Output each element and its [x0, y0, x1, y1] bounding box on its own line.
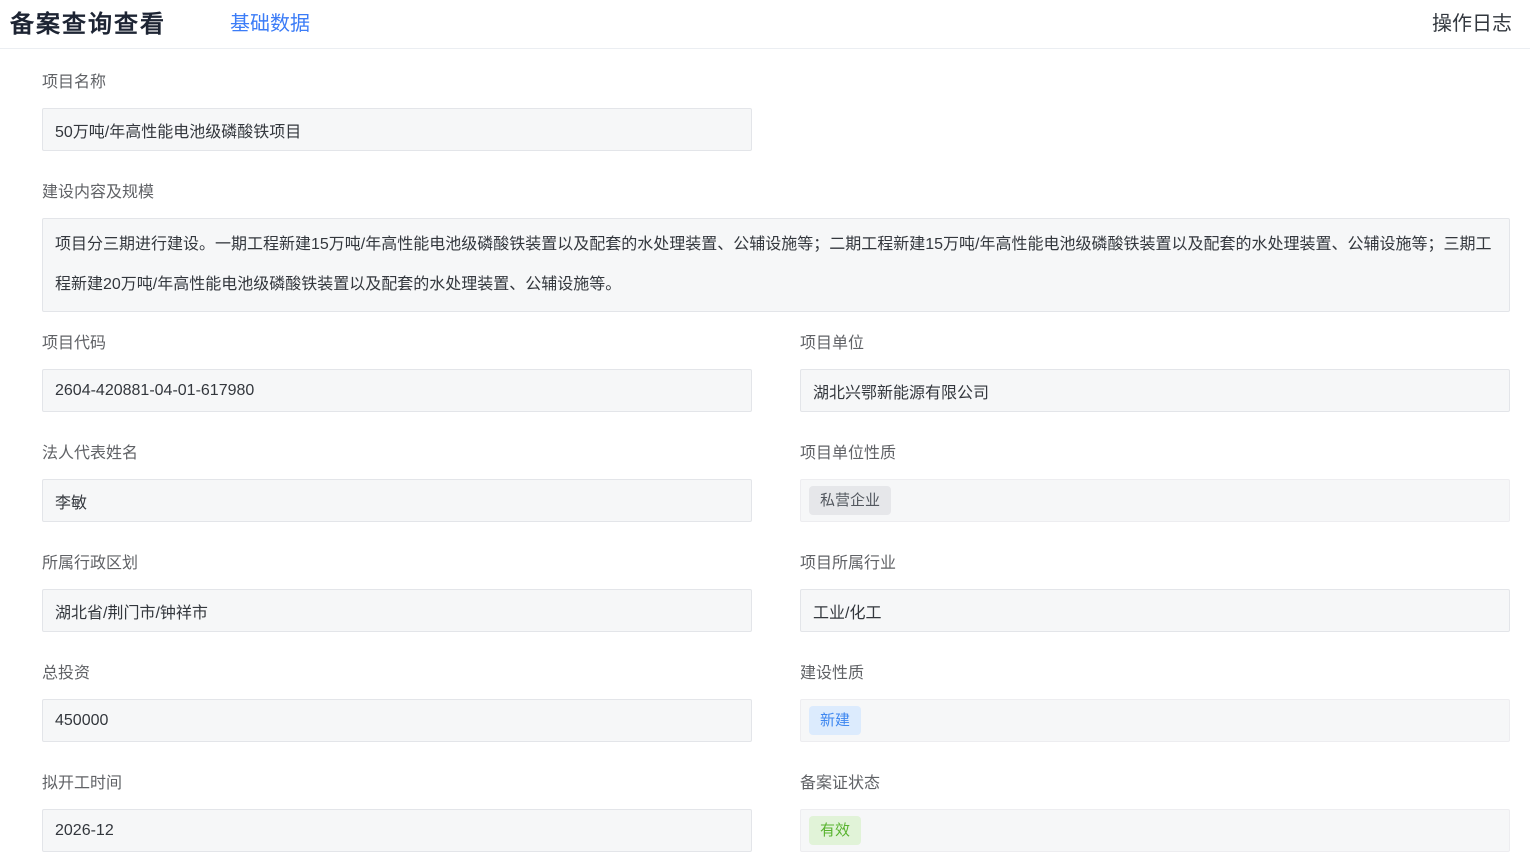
planned-start-time-input[interactable]: [42, 809, 752, 852]
row-construction-content: 建设内容及规模 项目分三期进行建设。一期工程新建15万吨/年高性能电池级磷酸铁装…: [42, 183, 1510, 312]
field-unit-nature: 项目单位性质 私营企业: [800, 444, 1510, 522]
project-unit-label: 项目单位: [800, 334, 1510, 354]
field-total-investment: 总投资: [42, 664, 752, 742]
project-code-label: 项目代码: [42, 334, 752, 354]
construction-nature-badge: 新建: [809, 706, 861, 735]
project-code-input[interactable]: [42, 369, 752, 412]
admin-region-label: 所属行政区划: [42, 554, 752, 574]
record-status-badge: 有效: [809, 816, 861, 845]
field-legal-representative: 法人代表姓名: [42, 444, 752, 522]
operation-log-link[interactable]: 操作日志: [1432, 0, 1512, 49]
field-construction-content: 建设内容及规模 项目分三期进行建设。一期工程新建15万吨/年高性能电池级磷酸铁装…: [42, 183, 1510, 312]
row-region-industry: 所属行政区划 项目所属行业: [42, 554, 1510, 632]
unit-nature-badge: 私营企业: [809, 486, 891, 515]
legal-representative-label: 法人代表姓名: [42, 444, 752, 464]
unit-nature-label: 项目单位性质: [800, 444, 1510, 464]
planned-start-time-label: 拟开工时间: [42, 774, 752, 794]
construction-content-label: 建设内容及规模: [42, 183, 1510, 203]
field-planned-start-time: 拟开工时间: [42, 774, 752, 852]
field-record-status: 备案证状态 有效: [800, 774, 1510, 852]
field-construction-nature: 建设性质 新建: [800, 664, 1510, 742]
tab-basic-data[interactable]: 基础数据: [230, 0, 310, 49]
form-area: 项目名称 建设内容及规模 项目分三期进行建设。一期工程新建15万吨/年高性能电池…: [0, 49, 1530, 852]
legal-representative-input[interactable]: [42, 479, 752, 522]
construction-nature-label: 建设性质: [800, 664, 1510, 684]
field-project-code: 项目代码: [42, 334, 752, 412]
row-project-name: 项目名称: [42, 73, 1510, 151]
total-investment-input[interactable]: [42, 699, 752, 742]
project-name-label: 项目名称: [42, 73, 752, 93]
unit-nature-field[interactable]: 私营企业: [800, 479, 1510, 522]
field-project-unit: 项目单位: [800, 334, 1510, 412]
page-header: 备案查询查看 基础数据 操作日志: [0, 0, 1530, 49]
record-status-field[interactable]: 有效: [800, 809, 1510, 852]
admin-region-input[interactable]: [42, 589, 752, 632]
row-start-status: 拟开工时间 备案证状态 有效: [42, 774, 1510, 852]
record-status-label: 备案证状态: [800, 774, 1510, 794]
field-admin-region: 所属行政区划: [42, 554, 752, 632]
field-project-name: 项目名称: [42, 73, 752, 151]
construction-content-textarea[interactable]: 项目分三期进行建设。一期工程新建15万吨/年高性能电池级磷酸铁装置以及配套的水处…: [42, 218, 1510, 312]
row-code-unit: 项目代码 项目单位: [42, 334, 1510, 412]
industry-input[interactable]: [800, 589, 1510, 632]
total-investment-label: 总投资: [42, 664, 752, 684]
project-unit-input[interactable]: [800, 369, 1510, 412]
page-title: 备案查询查看: [10, 0, 166, 49]
industry-label: 项目所属行业: [800, 554, 1510, 574]
field-industry: 项目所属行业: [800, 554, 1510, 632]
row-investment-nature: 总投资 建设性质 新建: [42, 664, 1510, 742]
row-legal-nature: 法人代表姓名 项目单位性质 私营企业: [42, 444, 1510, 522]
project-name-input[interactable]: [42, 108, 752, 151]
empty-column: [800, 73, 1510, 151]
construction-nature-field[interactable]: 新建: [800, 699, 1510, 742]
